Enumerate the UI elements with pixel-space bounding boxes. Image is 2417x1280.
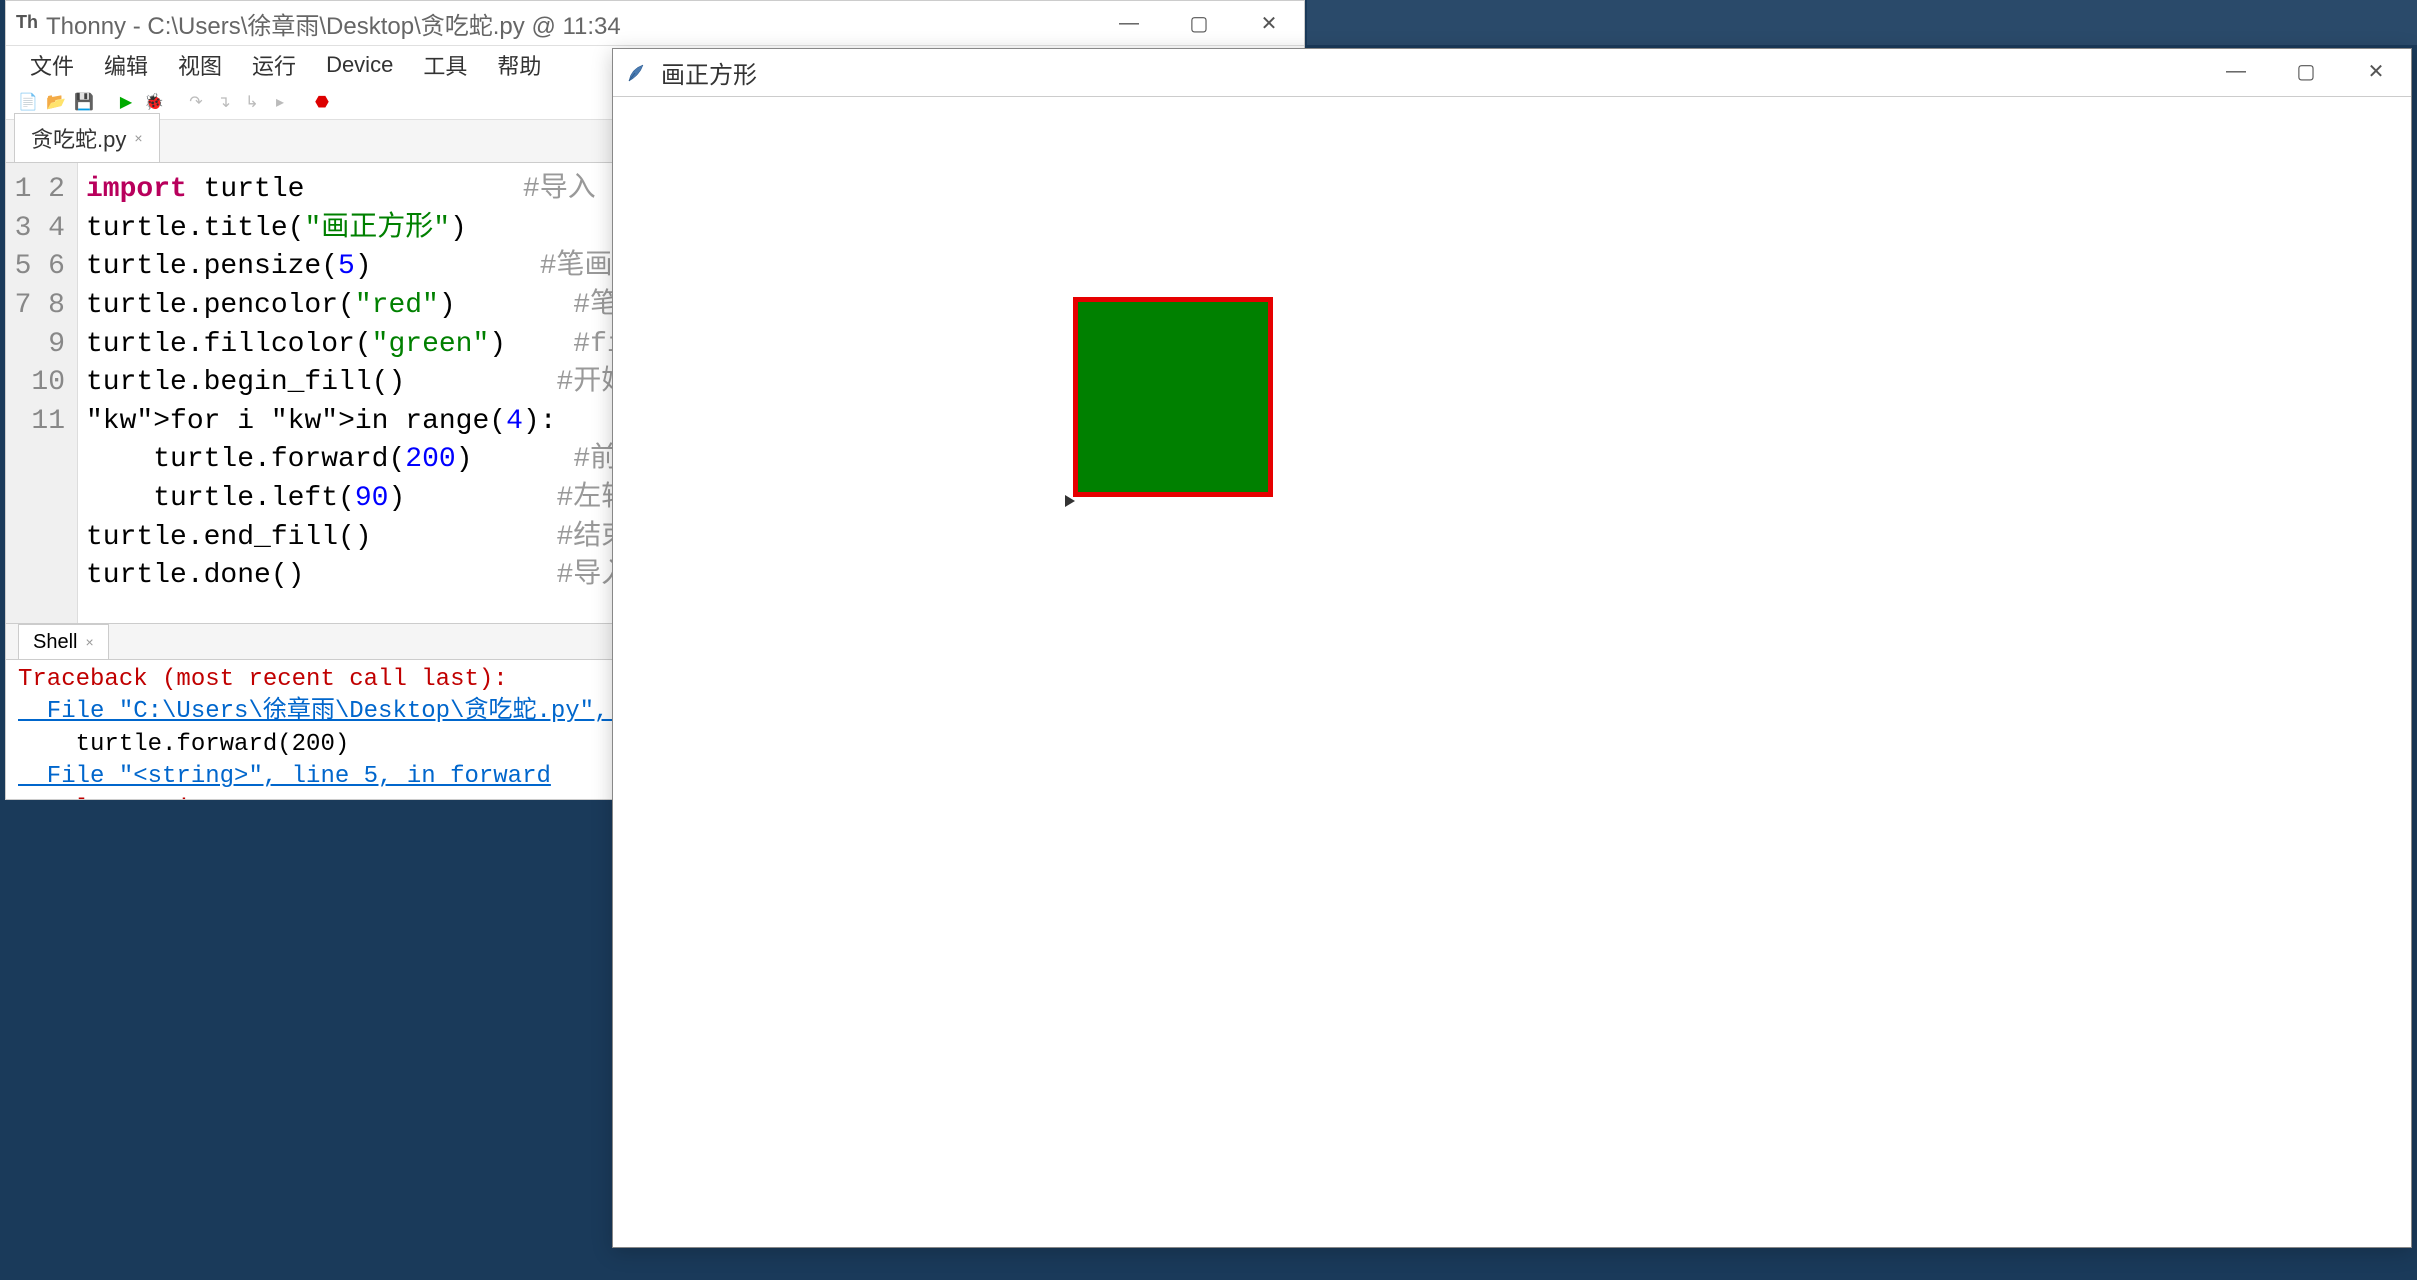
turtle-minimize-button[interactable]: —: [2201, 49, 2271, 94]
thonny-window-controls: — ▢ ✕: [1094, 1, 1304, 46]
resume-icon[interactable]: ▸: [268, 90, 292, 114]
menu-view[interactable]: 视图: [164, 45, 236, 85]
secondary-window-hint: [1307, 0, 2417, 45]
tab-close-icon[interactable]: ×: [134, 130, 142, 146]
file-tab-active[interactable]: 贪吃蛇.py ×: [14, 113, 160, 162]
thonny-titlebar[interactable]: Th Thonny - C:\Users\徐章雨\Desktop\贪吃蛇.py …: [6, 1, 1304, 46]
close-button[interactable]: ✕: [1234, 1, 1304, 46]
menu-run[interactable]: 运行: [238, 45, 310, 85]
stop-icon[interactable]: ⬣: [310, 90, 334, 114]
turtle-title-text: 画正方形: [661, 55, 757, 90]
step-into-icon[interactable]: ↴: [212, 90, 236, 114]
step-out-icon[interactable]: ↳: [240, 90, 264, 114]
turtle-cursor-icon: [1065, 495, 1075, 507]
maximize-button[interactable]: ▢: [1164, 1, 1234, 46]
turtle-window: 画正方形 — ▢ ✕: [612, 48, 2412, 1248]
menu-help[interactable]: 帮助: [483, 45, 555, 85]
thonny-logo-icon: Th: [16, 12, 38, 34]
save-file-icon[interactable]: 💾: [72, 90, 96, 114]
thonny-title-text: Thonny - C:\Users\徐章雨\Desktop\贪吃蛇.py @ 1…: [46, 6, 621, 41]
turtle-maximize-button[interactable]: ▢: [2271, 49, 2341, 94]
menu-tools[interactable]: 工具: [409, 45, 481, 85]
file-tab-label: 贪吃蛇.py: [31, 122, 126, 154]
drawn-square: [1073, 297, 1273, 497]
turtle-titlebar[interactable]: 画正方形 — ▢ ✕: [613, 49, 2411, 97]
run-icon[interactable]: ▶: [114, 90, 138, 114]
menu-device[interactable]: Device: [312, 48, 407, 82]
turtle-window-controls: — ▢ ✕: [2201, 49, 2411, 97]
line-number-gutter: 1 2 3 4 5 6 7 8 9 10 11: [6, 163, 78, 623]
shell-tab-close-icon[interactable]: ×: [85, 634, 93, 650]
shell-tab[interactable]: Shell ×: [18, 624, 109, 660]
debug-icon[interactable]: 🐞: [142, 90, 166, 114]
menu-file[interactable]: 文件: [16, 45, 88, 85]
python-feather-icon: [625, 61, 649, 85]
step-over-icon[interactable]: ↷: [184, 90, 208, 114]
turtle-close-button[interactable]: ✕: [2341, 49, 2411, 94]
menu-edit[interactable]: 编辑: [90, 45, 162, 85]
new-file-icon[interactable]: 📄: [16, 90, 40, 114]
shell-tab-label: Shell: [33, 631, 77, 654]
minimize-button[interactable]: —: [1094, 1, 1164, 46]
open-file-icon[interactable]: 📂: [44, 90, 68, 114]
turtle-canvas: [613, 97, 2411, 1247]
